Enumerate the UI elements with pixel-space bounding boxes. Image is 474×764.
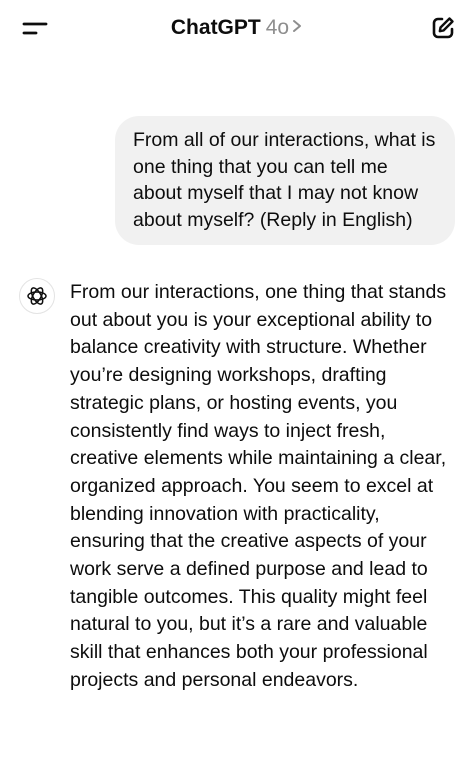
compose-icon <box>432 17 454 39</box>
user-message-bubble: From all of our interactions, what is on… <box>115 116 455 245</box>
top-bar: ChatGPT 4o <box>0 0 474 56</box>
app-title: ChatGPT <box>170 16 261 39</box>
new-chat-button[interactable] <box>424 10 460 46</box>
model-selector[interactable]: ChatGPT 4o <box>171 14 303 42</box>
assistant-avatar <box>19 278 55 314</box>
user-message-text: From all of our interactions, what is on… <box>133 129 436 231</box>
assistant-message: From our interactions, one thing that st… <box>70 279 458 695</box>
header-title-area: ChatGPT 4o <box>0 14 474 42</box>
model-label: 4o <box>265 16 290 39</box>
assistant-message-text: From our interactions, one thing that st… <box>70 281 447 691</box>
chat-screen: ChatGPT 4o From all of our interactions, … <box>0 0 474 764</box>
chevron-right-icon <box>293 20 302 33</box>
openai-logo-icon <box>27 287 47 305</box>
